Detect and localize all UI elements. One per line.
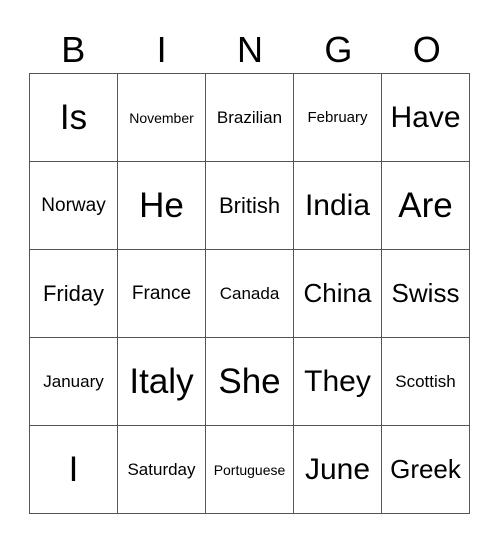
header-letter: G — [324, 29, 353, 70]
bingo-cell[interactable]: Norway — [30, 162, 118, 250]
header-letter: I — [156, 29, 167, 70]
bingo-cell[interactable]: Is — [30, 74, 118, 162]
bingo-cell[interactable]: He — [118, 162, 206, 250]
header-letter: O — [412, 29, 441, 70]
bingo-cell[interactable]: November — [118, 74, 206, 162]
bingo-cell[interactable]: June — [294, 426, 382, 514]
bingo-cell[interactable]: Are — [382, 162, 470, 250]
bingo-cell[interactable]: Brazilian — [206, 74, 294, 162]
bingo-header: B I N G O — [29, 28, 471, 72]
bingo-cell[interactable]: Have — [382, 74, 470, 162]
bingo-cell[interactable]: Greek — [382, 426, 470, 514]
bingo-card: Is November Brazilian February Have Norw… — [29, 73, 470, 514]
bingo-cell[interactable]: Portuguese — [206, 426, 294, 514]
bingo-cell[interactable]: Friday — [30, 250, 118, 338]
header-letter: B — [61, 29, 86, 70]
bingo-cell[interactable]: They — [294, 338, 382, 426]
bingo-cell[interactable]: British — [206, 162, 294, 250]
header-letter: N — [236, 29, 263, 70]
bingo-cell[interactable]: February — [294, 74, 382, 162]
bingo-cell[interactable]: Scottish — [382, 338, 470, 426]
bingo-cell[interactable]: Canada — [206, 250, 294, 338]
bingo-cell[interactable]: Saturday — [118, 426, 206, 514]
bingo-cell[interactable]: January — [30, 338, 118, 426]
bingo-cell[interactable]: France — [118, 250, 206, 338]
bingo-cell[interactable]: Italy — [118, 338, 206, 426]
bingo-cell[interactable]: She — [206, 338, 294, 426]
bingo-cell[interactable]: Swiss — [382, 250, 470, 338]
bingo-cell[interactable]: I — [30, 426, 118, 514]
bingo-cell[interactable]: China — [294, 250, 382, 338]
bingo-cell[interactable]: India — [294, 162, 382, 250]
